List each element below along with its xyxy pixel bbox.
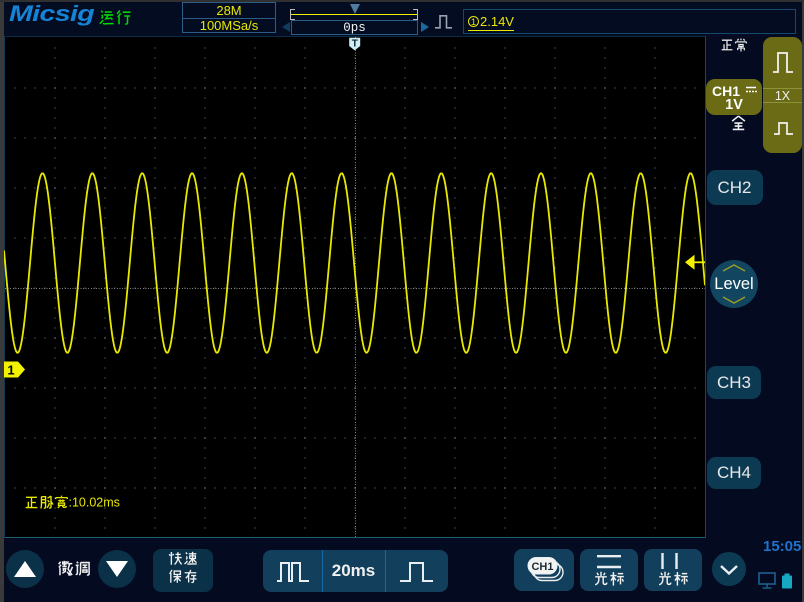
svg-text:CH1: CH1 bbox=[531, 561, 553, 573]
svg-text:1: 1 bbox=[7, 363, 14, 378]
svg-text:T: T bbox=[352, 39, 358, 50]
